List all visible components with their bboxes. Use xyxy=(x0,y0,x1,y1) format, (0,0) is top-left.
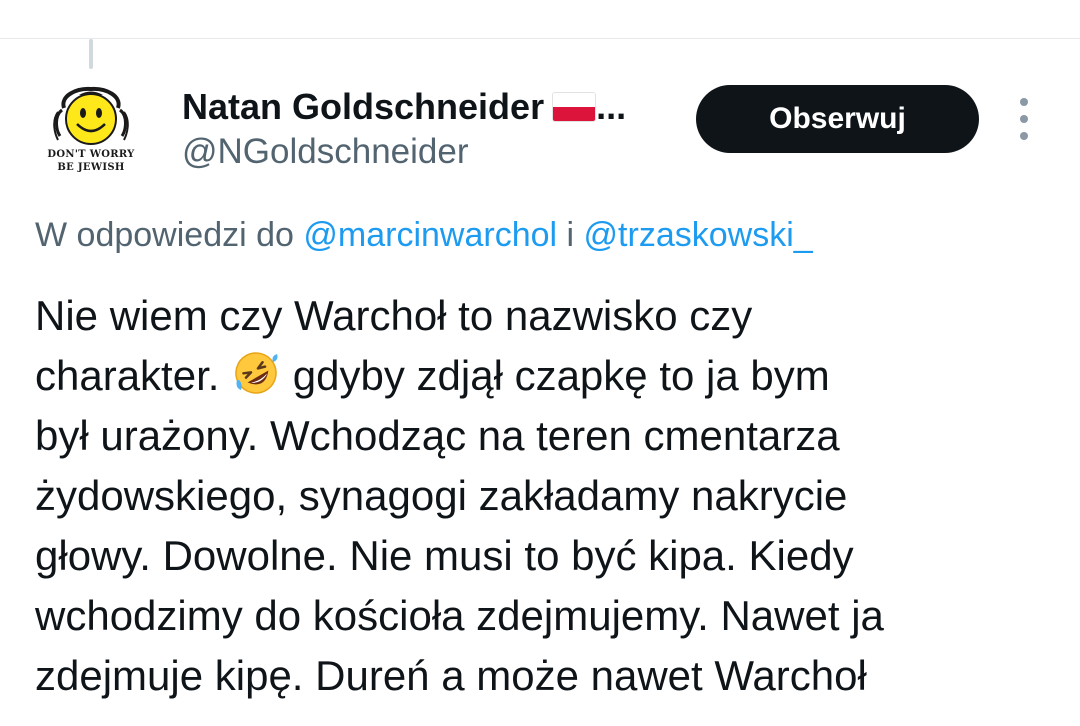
author-name-text: Natan Goldschneider xyxy=(182,86,545,127)
author-handle[interactable]: @NGoldschneider xyxy=(182,132,469,172)
mention-link-trzaskowski[interactable]: @trzaskowski_ xyxy=(584,216,813,254)
tweet-line: wchodzimy do kościoła zdejmujemy. Nawet … xyxy=(35,592,884,639)
reply-prefix: W odpowiedzi do xyxy=(35,216,294,254)
avatar-text-line2: BE JEWISH xyxy=(57,162,125,173)
tweet-line: żydowskiego, synagogi zakładamy nakrycie xyxy=(35,472,848,519)
more-dot xyxy=(1020,98,1028,106)
tweet-text-segment: charakter. xyxy=(35,352,220,399)
tweet-line: Nie wiem czy Warchoł to nazwisko czy xyxy=(35,292,753,339)
more-dot xyxy=(1020,115,1028,123)
tweet-text-segment: gdyby zdjął czapkę to ja bym xyxy=(292,352,830,399)
tweet-line: był urażony. Wchodząc na teren cmentarza xyxy=(35,412,840,459)
more-dot xyxy=(1020,132,1028,140)
tweet-body: Nie wiem czy Warchoł to nazwisko czy cha… xyxy=(35,286,1055,706)
avatar-text-line1: DON'T WORRY xyxy=(47,149,135,160)
tweet-screen: DON'T WORRY BE JEWISH Natan Goldschneide… xyxy=(0,0,1080,726)
reply-conjunction: i xyxy=(566,216,575,254)
tweet-line: charakter. gdyby zdjął czapkę to ja bym xyxy=(35,346,1055,406)
tweet-line: głowy. Dowolne. Nie musi to być kipa. Ki… xyxy=(35,532,854,579)
mention-link-marcinwarchol[interactable]: @marcinwarchol xyxy=(303,216,557,254)
avatar[interactable]: DON'T WORRY BE JEWISH xyxy=(46,86,136,178)
more-vertical-icon[interactable] xyxy=(1010,98,1038,140)
name-ellipsis: ... xyxy=(596,86,627,127)
reply-context: W odpowiedzi do @marcinwarchol i @trzask… xyxy=(35,216,813,255)
smiley-face-icon xyxy=(53,86,129,145)
tweet-line: zdejmuje kipę. Dureń a może nawet Warcho… xyxy=(35,652,867,699)
follow-button[interactable]: Obserwuj xyxy=(696,85,979,153)
top-divider xyxy=(0,38,1080,39)
thread-connector-line xyxy=(89,39,93,69)
poland-flag-icon xyxy=(552,92,597,122)
rolling-on-floor-laughing-emoji-icon xyxy=(235,352,278,394)
author-display-name[interactable]: Natan Goldschneider... xyxy=(182,86,626,128)
